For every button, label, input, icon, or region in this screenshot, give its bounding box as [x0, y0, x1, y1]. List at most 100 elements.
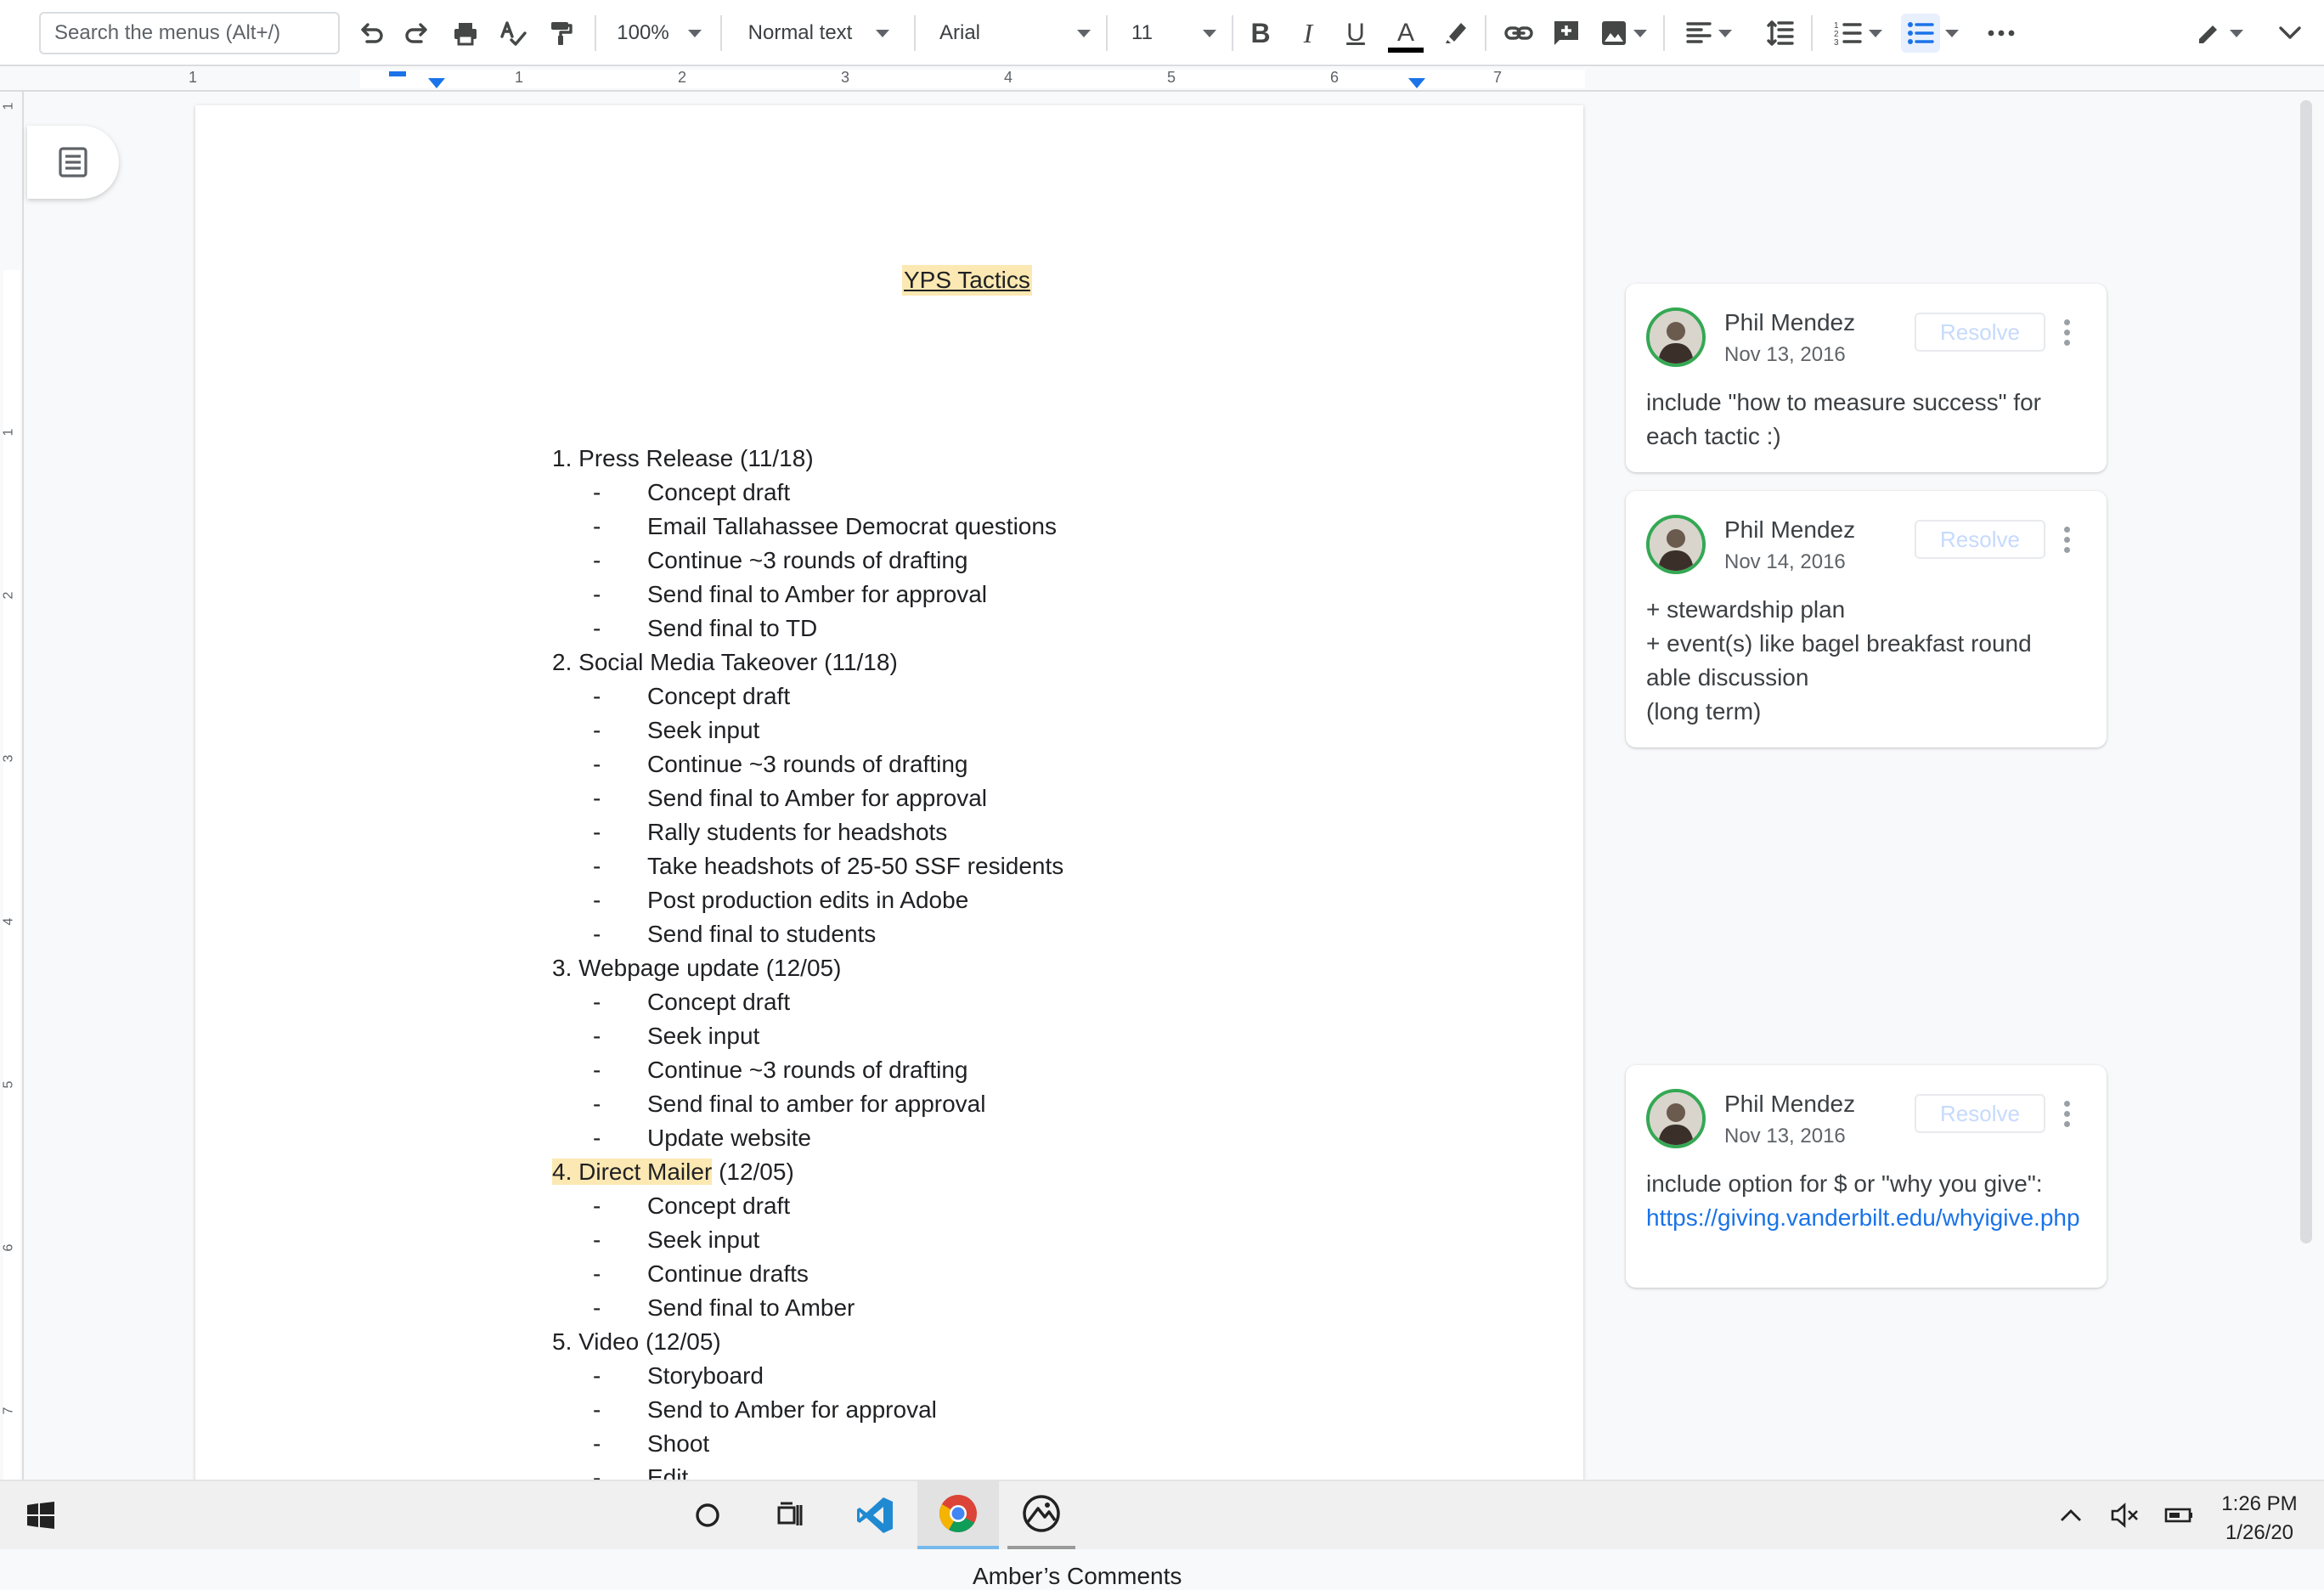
list-item[interactable]: - Shoot [552, 1427, 1063, 1461]
line-spacing-icon[interactable] [1762, 0, 1799, 66]
list-item[interactable]: - Continue ~3 rounds of drafting [552, 747, 1063, 781]
search-menus-input[interactable]: Search the menus (Alt+/) [39, 12, 340, 54]
dash-bullet: - [593, 547, 601, 573]
resolve-button[interactable]: Resolve [1915, 1094, 2045, 1133]
editing-mode-icon[interactable] [2188, 0, 2249, 66]
avatar[interactable] [1646, 1089, 1706, 1148]
battery-icon[interactable] [2159, 1481, 2200, 1549]
list-item-text: Seek input [647, 717, 760, 743]
toolbar: Search the menus (Alt+/) 100% Normal tex… [0, 0, 2324, 66]
paragraph-style-select[interactable]: Normal text [736, 0, 902, 66]
list-item[interactable]: - Rally students for headshots [552, 815, 1063, 849]
ambers-comments-heading[interactable]: Amber’s Comments [973, 1563, 1182, 1590]
first-line-indent-marker[interactable] [389, 71, 406, 76]
list-item-text: Continue ~3 rounds of drafting [647, 1057, 968, 1083]
comment-card[interactable]: Phil Mendez Nov 13, 2016 Resolve include… [1626, 1065, 2107, 1288]
system-clock[interactable]: 1:26 PM 1/26/20 [2200, 1490, 2319, 1548]
tactics-list[interactable]: 1. Press Release (11/18) - Concept draft - E… [552, 442, 1063, 1529]
document-outline-button[interactable] [27, 126, 119, 199]
vscode-icon[interactable] [846, 1481, 904, 1549]
print-icon[interactable] [447, 0, 484, 66]
spellcheck-icon[interactable] [494, 0, 532, 66]
list-item[interactable]: - Storyboard [552, 1359, 1063, 1393]
avatar[interactable] [1646, 307, 1706, 367]
list-item-text: Seek input [647, 1226, 760, 1253]
list-item[interactable]: - Seek input [552, 713, 1063, 747]
list-item[interactable]: - Concept draft [552, 679, 1063, 713]
more-vert-icon[interactable] [2062, 319, 2071, 348]
more-icon[interactable] [1983, 0, 2020, 66]
list-item[interactable]: - Send final to Amber [552, 1291, 1063, 1325]
list-item[interactable]: - Seek input [552, 1223, 1063, 1257]
list-item[interactable]: - Send final to amber for approval [552, 1087, 1063, 1121]
list-item[interactable]: - Continue drafts [552, 1257, 1063, 1291]
add-comment-icon[interactable] [1548, 0, 1585, 66]
left-indent-marker[interactable] [428, 78, 445, 88]
font-select[interactable]: Arial [928, 0, 1096, 66]
collapse-icon[interactable] [2270, 0, 2310, 66]
tactic-label: 4. Direct Mailer [552, 1159, 713, 1185]
underline-icon[interactable]: U [1337, 0, 1374, 66]
list-item[interactable]: - Send final to Amber for approval [552, 578, 1063, 612]
right-indent-marker[interactable] [1408, 78, 1425, 88]
avatar[interactable] [1646, 515, 1706, 574]
document-title[interactable]: YPS Tactics [902, 265, 1032, 296]
cortana-icon[interactable] [686, 1481, 729, 1549]
text-color-icon[interactable]: A [1385, 0, 1427, 66]
tactic-heading[interactable]: 1. Press Release (11/18) [552, 442, 1063, 476]
task-view-icon[interactable] [768, 1481, 810, 1549]
list-item[interactable]: - Continue ~3 rounds of drafting [552, 544, 1063, 578]
bulleted-list-icon[interactable] [1899, 0, 1960, 66]
list-item[interactable]: - Send final to students [552, 917, 1063, 951]
numbered-list-icon[interactable]: 123 [1828, 0, 1887, 66]
zoom-select[interactable]: 100% [608, 0, 710, 66]
list-item[interactable]: - Send to Amber for approval [552, 1393, 1063, 1427]
windows-start-icon[interactable] [19, 1481, 63, 1549]
list-item[interactable]: - Send final to Amber for approval [552, 781, 1063, 815]
document-page[interactable]: YPS Tactics 1. Press Release (11/18) - Con… [195, 105, 1583, 1589]
align-icon[interactable] [1678, 0, 1738, 66]
comment-card[interactable]: Phil Mendez Nov 14, 2016 Resolve + stewa… [1626, 491, 2107, 747]
tactic-heading[interactable]: 2. Social Media Takeover (11/18) [552, 646, 1063, 679]
bold-icon[interactable]: B [1242, 0, 1279, 66]
paint-format-icon[interactable] [542, 0, 579, 66]
list-item[interactable]: - Concept draft [552, 1189, 1063, 1223]
list-item[interactable]: - Take headshots of 25-50 SSF residents [552, 849, 1063, 883]
italic-icon[interactable]: I [1289, 0, 1327, 66]
highlight-icon[interactable] [1437, 0, 1475, 66]
list-item-text: Continue ~3 rounds of drafting [647, 547, 968, 573]
tray-up-icon[interactable] [2052, 1481, 2090, 1549]
tactic-heading[interactable]: 3. Webpage update (12/05) [552, 951, 1063, 985]
font-size-select[interactable]: 11 [1120, 0, 1221, 66]
link-icon[interactable] [1500, 0, 1537, 66]
chrome-icon[interactable] [917, 1481, 999, 1549]
comment-card[interactable]: Phil Mendez Nov 13, 2016 Resolve include… [1626, 284, 2107, 472]
tactic-heading[interactable]: 5. Video (12/05) [552, 1325, 1063, 1359]
list-item[interactable]: - Email Tallahassee Democrat questions [552, 510, 1063, 544]
list-item[interactable]: - Continue ~3 rounds of drafting [552, 1053, 1063, 1087]
tactic-heading[interactable]: 4. Direct Mailer (12/05) [552, 1155, 1063, 1189]
photos-icon[interactable] [1007, 1481, 1075, 1549]
list-item[interactable]: - Send final to TD [552, 612, 1063, 646]
list-item[interactable]: - Concept draft [552, 476, 1063, 510]
vertical-scrollbar[interactable] [2300, 100, 2312, 1243]
comment-line: + event(s) like bagel breakfast round [1646, 630, 2032, 657]
redo-icon[interactable] [399, 0, 437, 66]
resolve-button[interactable]: Resolve [1915, 313, 2045, 352]
list-item[interactable]: - Seek input [552, 1019, 1063, 1053]
volume-muted-icon[interactable] [2105, 1481, 2146, 1549]
image-icon[interactable] [1594, 0, 1653, 66]
comment-author: Phil Mendez [1724, 516, 1856, 543]
comment-author: Phil Mendez [1724, 309, 1856, 335]
list-item[interactable]: - Update website [552, 1121, 1063, 1155]
list-item[interactable]: - Concept draft [552, 985, 1063, 1019]
list-item[interactable]: - Post production edits in Adobe [552, 883, 1063, 917]
vertical-ruler[interactable]: 1 1 2 3 4 5 6 7 [0, 92, 24, 1480]
resolve-button[interactable]: Resolve [1915, 520, 2045, 559]
more-vert-icon[interactable] [2062, 1101, 2071, 1130]
comment-link[interactable]: https://giving.vanderbilt.edu/whyigive.p… [1646, 1201, 2088, 1235]
undo-icon[interactable] [352, 0, 389, 66]
more-vert-icon[interactable] [2062, 527, 2071, 555]
horizontal-ruler[interactable]: 1 1 2 3 4 5 6 7 [0, 66, 2324, 92]
ruler-number: 2 [678, 69, 687, 86]
